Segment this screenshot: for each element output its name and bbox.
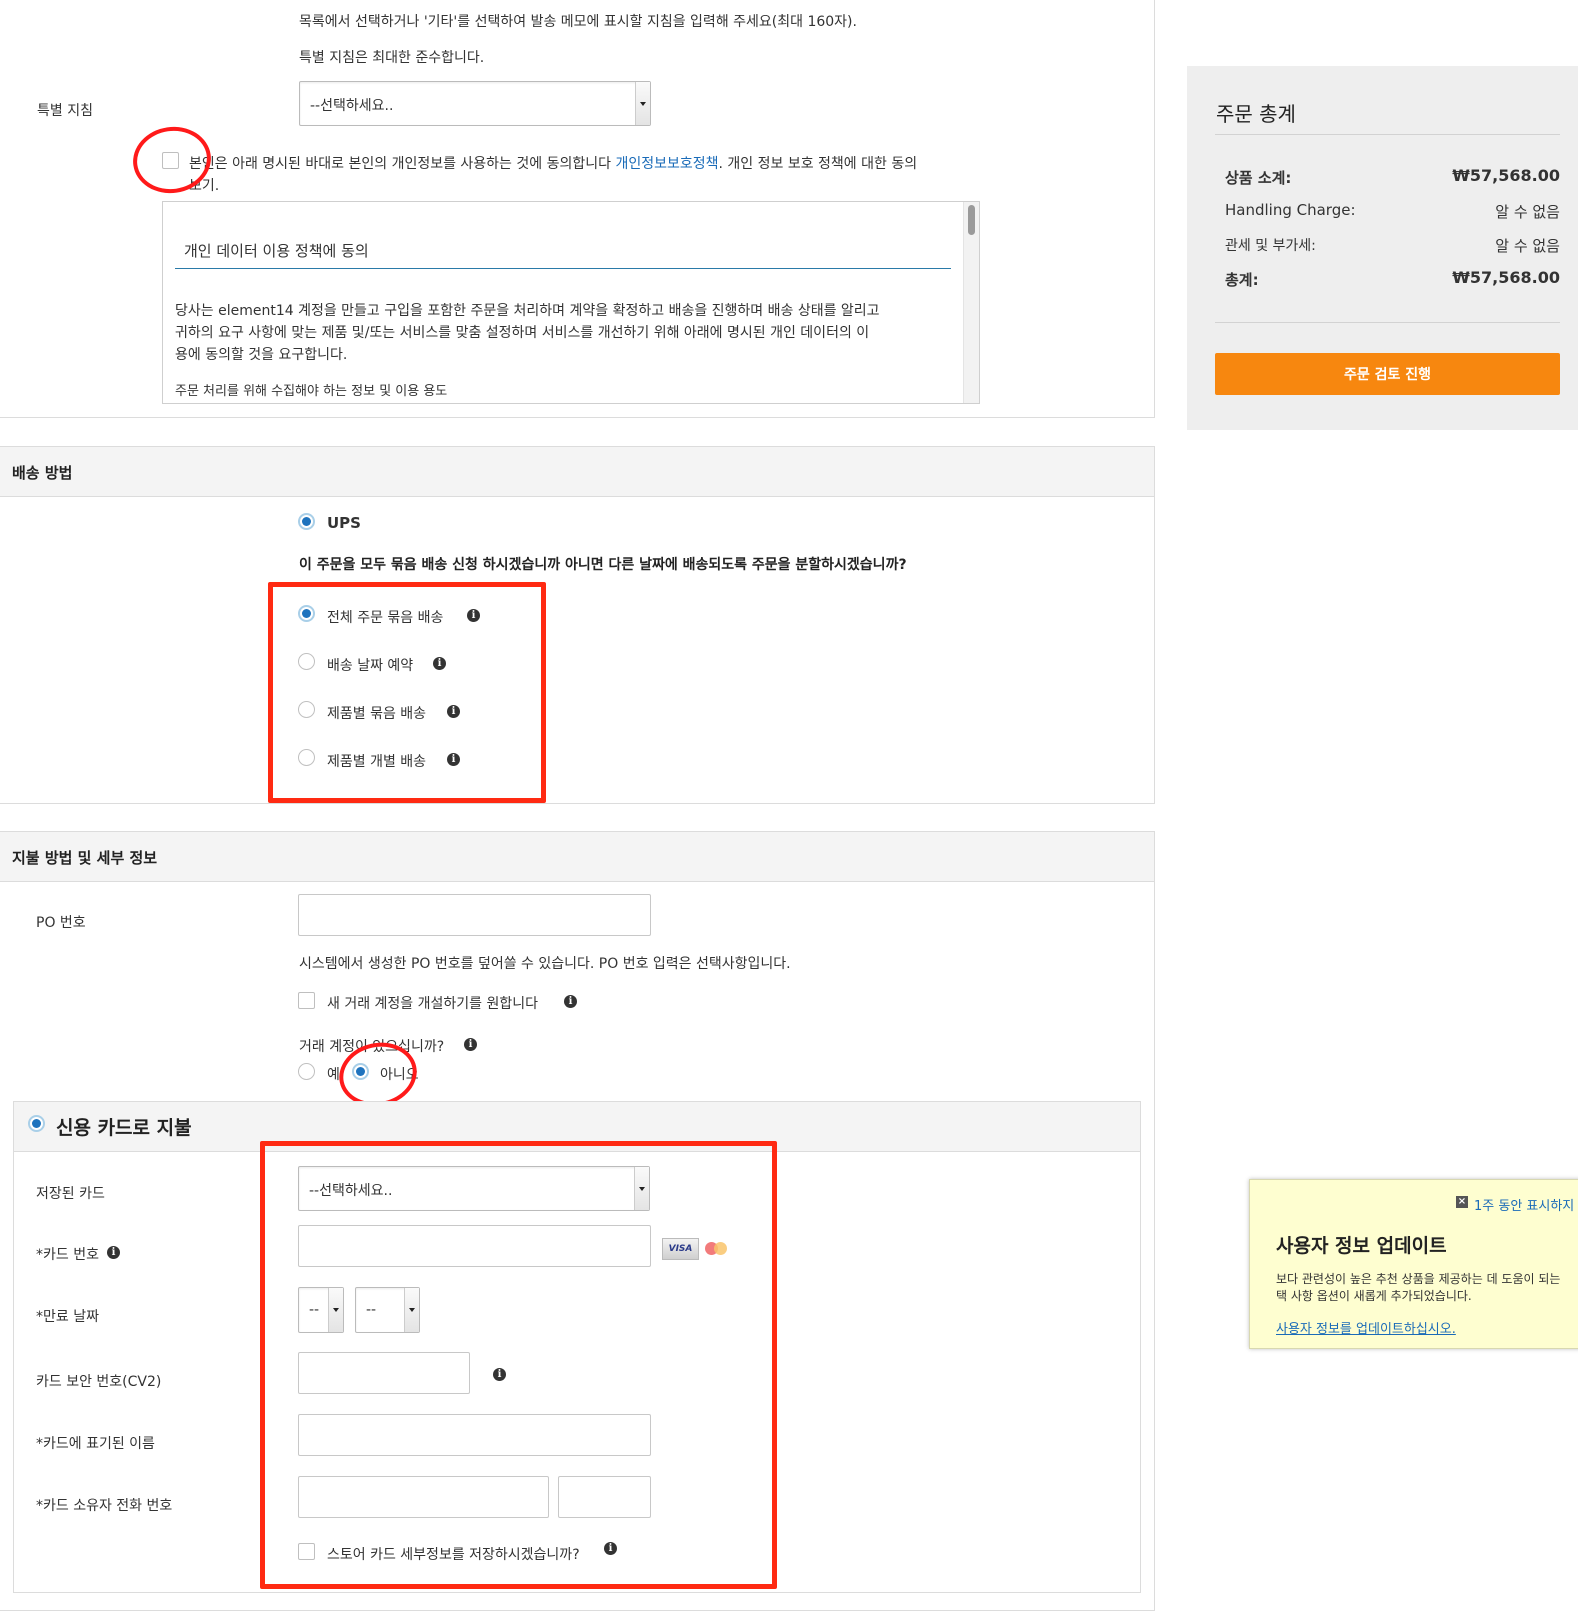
order-summary-title: 주문 총계 <box>1216 102 1296 126</box>
info-icon[interactable]: i <box>464 1038 477 1051</box>
total-value: ₩57,568.00 <box>1452 268 1560 287</box>
shipping-panel: 배송 방법 <box>0 446 1155 804</box>
policy-subheading: 주문 처리를 위해 수집해야 하는 정보 및 이용 용도 <box>175 384 448 399</box>
order-summary-panel: 주문 총계 상품 소계: ₩57,568.00 Handling Charge:… <box>1187 66 1578 430</box>
instruction-line-1: 목록에서 선택하거나 '기타'를 선택하여 발송 메모에 표시할 지침을 입력해… <box>299 14 857 30</box>
summary-divider-bottom <box>1215 322 1560 323</box>
po-number-hint: 시스템에서 생성한 PO 번호를 덮어쓸 수 있습니다. PO 번호 입력은 선… <box>299 956 791 972</box>
chevron-down-icon <box>635 82 650 125</box>
card-number-label: *카드 번호 <box>36 1247 99 1263</box>
update-profile-link[interactable]: 사용자 정보를 업데이트하십시오. <box>1276 1318 1456 1337</box>
privacy-consent-text: 본인은 아래 명시된 바대로 본인의 개인정보를 사용하는 것에 동의합니다 개… <box>189 156 918 172</box>
po-number-label: PO 번호 <box>36 915 86 931</box>
cvv-label: 카드 보안 번호(CV2) <box>36 1374 162 1390</box>
policy-body-3: 용에 동의할 것을 요구합니다. <box>175 347 348 363</box>
annotation-box-card <box>260 1141 777 1589</box>
policy-title: 개인 데이터 이용 정책에 동의 <box>184 242 369 260</box>
review-order-button-label: 주문 검토 진행 <box>1343 367 1432 383</box>
policy-body-1: 당사는 element14 계정을 만들고 구입을 포함한 주문을 처리하며 계… <box>175 303 880 319</box>
new-account-label: 새 거래 계정을 개설하기를 원합니다 <box>327 996 538 1012</box>
new-account-checkbox[interactable] <box>298 992 315 1009</box>
shipping-title: 배송 방법 <box>12 464 73 482</box>
handling-label: Handling Charge: <box>1225 201 1356 219</box>
po-number-input[interactable] <box>298 894 651 936</box>
payment-header: 지불 방법 및 세부 정보 <box>0 832 1154 882</box>
scrollbar-thumb[interactable] <box>968 205 975 235</box>
account-yes-radio[interactable] <box>298 1063 315 1080</box>
saved-card-label: 저장된 카드 <box>36 1186 105 1202</box>
shipping-header: 배송 방법 <box>0 447 1154 497</box>
tax-value: 알 수 없음 <box>1495 237 1560 255</box>
subtotal-value: ₩57,568.00 <box>1452 166 1560 185</box>
policy-body-2: 귀하의 요구 사항에 맞는 제품 및/또는 서비스를 맞춤 설정하며 서비스를 … <box>175 325 870 341</box>
special-instructions-select[interactable]: --선택하세요.. <box>299 81 651 126</box>
special-instructions-label: 특별 지침 <box>37 103 93 119</box>
cardholder-phone-label: *카드 소유자 전화 번호 <box>36 1498 173 1514</box>
policy-scrollbar[interactable] <box>963 202 979 403</box>
popup-title: 사용자 정보 업데이트 <box>1276 1235 1447 1257</box>
ups-label: UPS <box>327 514 361 532</box>
policy-title-divider <box>175 268 951 269</box>
popup-body-1: 보다 관련성이 높은 추천 상품을 제공하는 데 도움이 되는 <box>1276 1272 1561 1286</box>
handling-value: 알 수 없음 <box>1495 203 1560 221</box>
tax-label: 관세 및 부가세: <box>1225 238 1316 254</box>
privacy-policy-link[interactable]: 개인정보보호정책 <box>615 156 718 172</box>
credit-card-title: 신용 카드로 지불 <box>56 1117 192 1139</box>
subtotal-label: 상품 소계: <box>1225 169 1292 187</box>
review-order-button[interactable]: 주문 검토 진행 <box>1215 353 1560 395</box>
info-icon[interactable]: i <box>564 995 577 1008</box>
close-icon[interactable]: × <box>1456 1196 1468 1208</box>
update-profile-popup: × 1주 동안 표시하지 사용자 정보 업데이트 보다 관련성이 높은 추천 상… <box>1249 1179 1578 1349</box>
expiry-label: *만료 날짜 <box>36 1309 99 1325</box>
shipping-question: 이 주문을 모두 묶음 배송 신청 하시겠습니까 아니면 다른 날짜에 배송되도… <box>299 557 907 573</box>
popup-body-2: 택 사항 옵션이 새롭게 추가되었습니다. <box>1276 1289 1472 1303</box>
ups-radio[interactable] <box>298 513 315 530</box>
info-icon[interactable]: i <box>107 1246 120 1259</box>
cardholder-name-label: *카드에 표기된 이름 <box>36 1436 155 1452</box>
account-yes-label: 예 <box>327 1067 340 1083</box>
total-label: 총계: <box>1225 271 1259 289</box>
dismiss-week-link[interactable]: 1주 동안 표시하지 <box>1474 1195 1574 1214</box>
privacy-policy-box[interactable]: 개인 데이터 이용 정책에 동의 당사는 element14 계정을 만들고 구… <box>162 201 980 404</box>
credit-card-radio[interactable] <box>28 1115 45 1132</box>
summary-divider-top <box>1215 134 1560 135</box>
payment-title: 지불 방법 및 세부 정보 <box>12 849 158 867</box>
annotation-box-shipping <box>268 582 546 803</box>
instruction-line-2: 특별 지침은 최대한 준수합니다. <box>299 50 485 66</box>
